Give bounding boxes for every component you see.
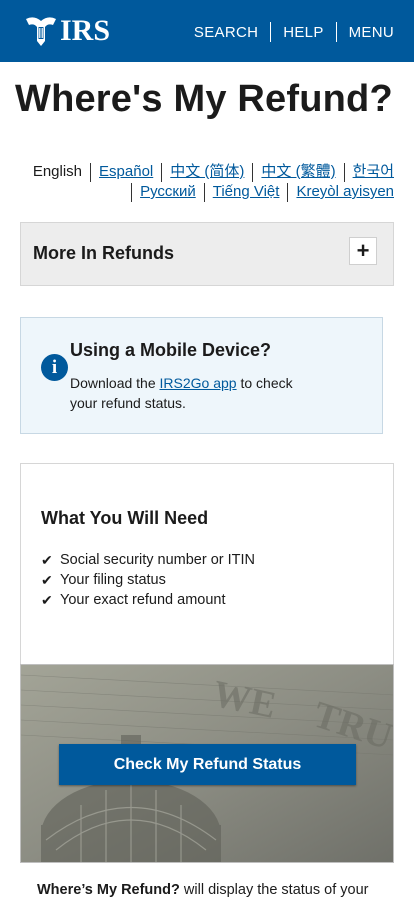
more-in-refunds-accordion[interactable]: More In Refunds + — [20, 222, 394, 286]
logo-text: IRS — [60, 14, 111, 47]
nav-search[interactable]: SEARCH — [194, 24, 258, 41]
check-refund-status-button[interactable]: Check My Refund Status — [59, 744, 356, 785]
lang-chinese-traditional[interactable]: 中文 (繁體) — [261, 162, 335, 182]
list-item-text: Your filing status — [60, 572, 166, 588]
lang-vietnamese[interactable]: Tiếng Việt — [213, 182, 280, 202]
notice-text: Download the IRS2Go app to check your re… — [70, 373, 320, 413]
language-switcher: English Español 中文 (简体) 中文 (繁體) 한국어 Русс… — [14, 162, 394, 202]
notice-text-before: Download the — [70, 375, 160, 391]
check-icon: ✔ — [41, 572, 53, 588]
lang-divider — [252, 162, 254, 182]
plus-icon[interactable]: + — [349, 237, 377, 265]
lang-chinese-simplified[interactable]: 中文 (简体) — [170, 162, 244, 182]
nav-menu[interactable]: MENU — [349, 24, 394, 41]
lang-english: English — [32, 163, 83, 180]
irs-logo[interactable]: IRS — [24, 15, 110, 47]
check-icon: ✔ — [41, 552, 53, 568]
need-title: What You Will Need — [41, 508, 209, 528]
list-item: ✔ Your exact refund amount — [41, 590, 255, 610]
nav-help[interactable]: HELP — [283, 24, 323, 41]
capitol-banner: WE TRU Check My Refund Status — [20, 664, 394, 863]
top-nav: SEARCH HELP MENU — [194, 22, 394, 42]
lang-haitian-creole[interactable]: Kreyòl ayisyen — [296, 182, 394, 202]
check-icon: ✔ — [41, 592, 53, 608]
lang-divider — [203, 182, 205, 202]
site-header: IRS SEARCH HELP MENU — [0, 0, 414, 62]
info-icon: i — [41, 354, 68, 381]
page-title: Where's My Refund? — [15, 78, 393, 120]
irs2go-link[interactable]: IRS2Go app — [160, 375, 237, 391]
list-item-text: Your exact refund amount — [60, 592, 226, 608]
accordion-label: More In Refunds — [33, 243, 175, 263]
eagle-icon — [26, 17, 56, 46]
nav-divider — [270, 22, 272, 42]
nav-divider — [335, 22, 337, 42]
mobile-device-notice: i Using a Mobile Device? Download the IR… — [20, 317, 383, 434]
list-item: ✔ Your filing status — [41, 570, 255, 590]
list-item-text: Social security number or ITIN — [60, 552, 256, 568]
need-list: ✔ Social security number or ITIN ✔ Your fi… — [41, 550, 255, 610]
lang-spanish[interactable]: Español — [99, 162, 153, 182]
lang-divider — [287, 182, 289, 202]
lang-russian[interactable]: Русский — [140, 182, 196, 202]
lang-divider — [90, 162, 92, 182]
notice-title: Using a Mobile Device? — [70, 340, 272, 360]
what-you-need-card: What You Will Need ✔ Social security numb… — [20, 463, 394, 665]
lang-korean[interactable]: 한국어 — [353, 162, 394, 182]
lang-divider — [161, 162, 163, 182]
lang-divider — [343, 162, 345, 182]
list-item: ✔ Social security number or ITIN — [41, 550, 255, 570]
lang-divider — [131, 182, 133, 202]
